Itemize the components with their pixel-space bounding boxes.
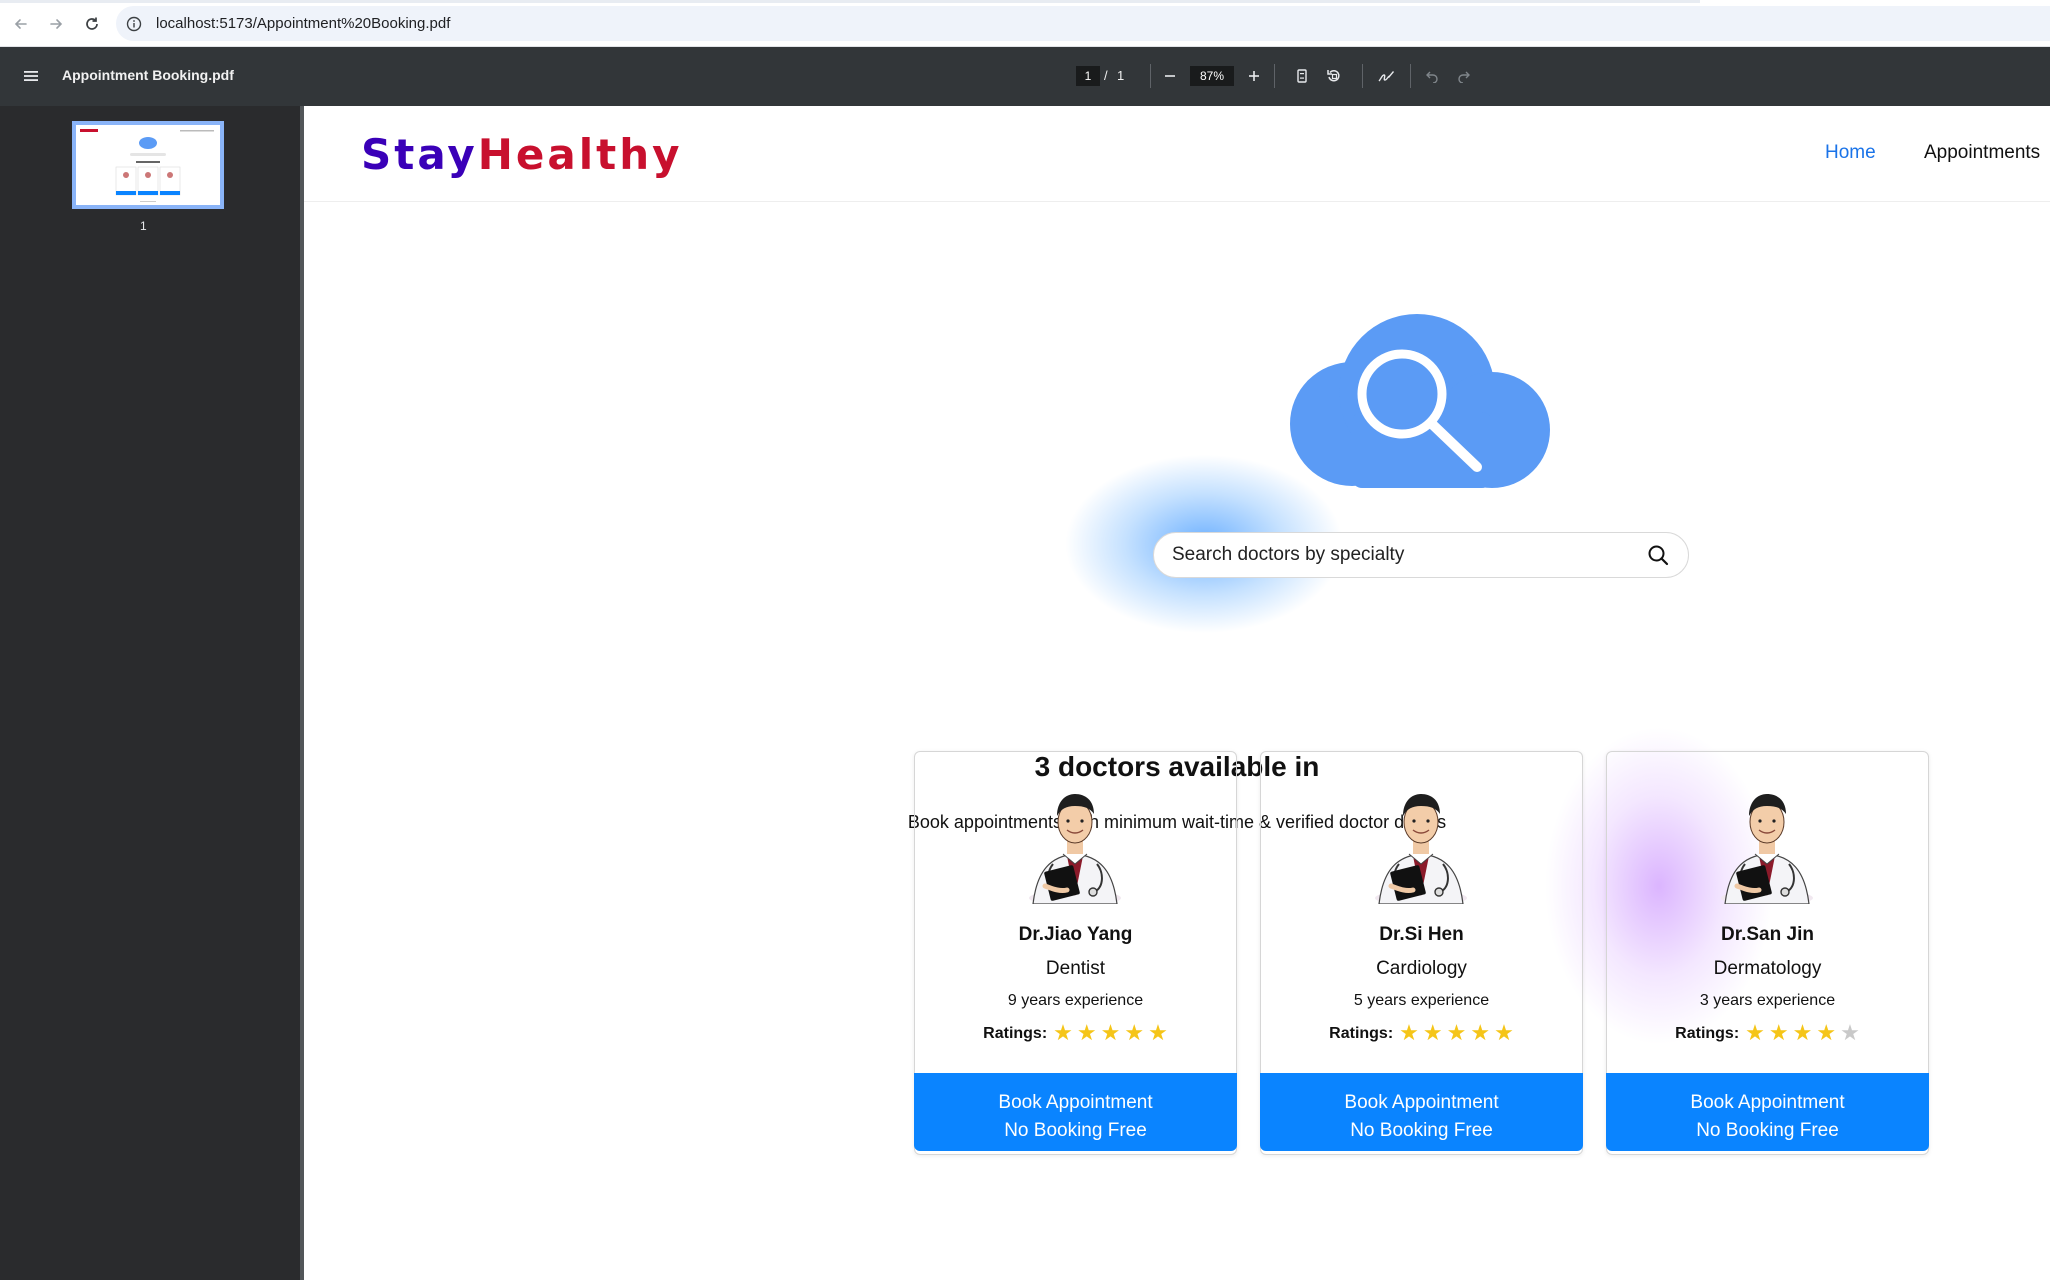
doctor-card: Dr.Si Hen Cardiology 5 years experience Rat… <box>1260 751 1583 1155</box>
book-button-label: Book Appointment <box>1344 1092 1499 1113</box>
star-filled-icon: ★ <box>1124 1021 1145 1046</box>
fit-page-icon[interactable] <box>1290 64 1314 88</box>
doctor-name: Dr.Jiao Yang <box>1018 924 1133 945</box>
forward-arrow-icon[interactable] <box>42 10 70 38</box>
redo-icon[interactable] <box>1452 64 1476 88</box>
star-filled-icon: ★ <box>1100 1021 1121 1046</box>
book-button-label: Book Appointment <box>1690 1092 1845 1113</box>
star-filled-icon: ★ <box>1422 1021 1443 1046</box>
search-input[interactable]: Search doctors by specialty <box>1172 544 1646 566</box>
book-appointment-button[interactable]: Book Appointment No Booking Free <box>1606 1073 1929 1151</box>
doctor-name: Dr.San Jin <box>1721 924 1814 945</box>
logo-part-healthy: Healthy <box>477 130 683 179</box>
star-filled-icon: ★ <box>1446 1021 1467 1046</box>
star-filled-icon: ★ <box>1399 1021 1419 1046</box>
ratings-label: Ratings: <box>1329 1025 1394 1042</box>
star-filled-icon: ★ <box>1076 1021 1097 1046</box>
page-thumbnail[interactable] <box>72 121 224 209</box>
star-filled-icon: ★ <box>1470 1021 1491 1046</box>
rotate-icon[interactable] <box>1322 64 1346 88</box>
star-filled-icon: ★ <box>1816 1021 1837 1046</box>
doctor-avatar <box>1715 786 1819 906</box>
doctor-experience: 9 years experience <box>1007 992 1144 1009</box>
doctor-experience: 5 years experience <box>1353 992 1490 1009</box>
book-button-sublabel: No Booking Free <box>1696 1120 1839 1141</box>
doctor-card: Dr.San Jin Dermatology 3 years experience R… <box>1606 751 1929 1155</box>
star-filled-icon: ★ <box>1792 1021 1813 1046</box>
url-text[interactable]: localhost:5173/Appointment%20Booking.pdf <box>156 15 450 32</box>
url-field[interactable]: localhost:5173/Appointment%20Booking.pdf <box>116 6 2050 41</box>
toolbar-divider <box>1274 64 1275 88</box>
doctor-experience: 3 years experience <box>1699 992 1836 1009</box>
toolbar-divider <box>1410 64 1411 88</box>
book-appointment-button[interactable]: Book Appointment No Booking Free <box>1260 1073 1583 1151</box>
ratings-label: Ratings: <box>1675 1025 1740 1042</box>
star-filled-icon: ★ <box>1768 1021 1789 1046</box>
star-filled-icon: ★ <box>1494 1021 1514 1046</box>
thumbnail-page-number: 1 <box>140 219 147 233</box>
star-empty-icon: ★ <box>1840 1021 1860 1046</box>
star-filled-icon: ★ <box>1053 1021 1073 1046</box>
search-icon[interactable] <box>1646 543 1670 567</box>
doctor-ratings: Ratings: ★ ★ ★ ★ ★ <box>915 1023 1236 1045</box>
logo-part-stay: Stay <box>361 130 478 179</box>
toolbar-divider <box>1362 64 1363 88</box>
doctor-avatar <box>1023 786 1127 906</box>
page-total: 1 <box>1117 68 1125 83</box>
doctor-ratings: Ratings: ★ ★ ★ ★ ★ <box>1261 1023 1582 1045</box>
doctor-search-field[interactable]: Search doctors by specialty <box>1153 532 1689 578</box>
nav-link-appointments[interactable]: Appointments <box>1924 142 2040 164</box>
page-number-input[interactable]: 1 <box>1076 66 1100 86</box>
reload-icon[interactable] <box>78 10 106 38</box>
browser-address-bar: localhost:5173/Appointment%20Booking.pdf <box>0 0 2050 47</box>
cloud-search-icon <box>1282 312 1562 490</box>
site-navbar: StayHealthy Home Appointments <box>304 106 2050 202</box>
book-button-sublabel: No Booking Free <box>1350 1120 1493 1141</box>
thumbnail-sidebar: 1 <box>0 106 300 1280</box>
book-appointment-button[interactable]: Book Appointment No Booking Free <box>914 1073 1237 1151</box>
page-separator: / <box>1104 68 1108 83</box>
doctor-avatar <box>1369 786 1473 906</box>
zoom-level-input[interactable]: 87% <box>1190 66 1234 86</box>
book-button-label: Book Appointment <box>998 1092 1153 1113</box>
pdf-page: StayHealthy Home Appointments Search doc… <box>304 106 2050 1280</box>
site-info-icon[interactable] <box>126 16 142 32</box>
doctor-name: Dr.Si Hen <box>1379 924 1464 945</box>
pdf-toolbar: Appointment Booking.pdf 1 / 1 87% <box>0 47 2050 106</box>
doctor-specialty: Dermatology <box>1713 958 1822 979</box>
doctor-specialty: Cardiology <box>1376 958 1467 979</box>
ratings-label: Ratings: <box>983 1025 1048 1042</box>
zoom-in-icon[interactable] <box>1242 64 1266 88</box>
annotate-pen-icon[interactable] <box>1374 64 1398 88</box>
menu-icon[interactable] <box>20 65 42 87</box>
document-title: Appointment Booking.pdf <box>62 67 234 83</box>
star-filled-icon: ★ <box>1745 1021 1765 1046</box>
doctor-ratings: Ratings: ★ ★ ★ ★ ★ <box>1607 1023 1928 1045</box>
loading-line <box>0 0 1700 3</box>
nav-link-home[interactable]: Home <box>1825 142 1876 164</box>
doctor-card: Dr.Jiao Yang Dentist 9 years experience Rat… <box>914 751 1237 1155</box>
zoom-out-icon[interactable] <box>1158 64 1182 88</box>
star-filled-icon: ★ <box>1148 1021 1168 1046</box>
doctor-specialty: Dentist <box>1045 958 1106 979</box>
undo-icon[interactable] <box>1420 64 1444 88</box>
toolbar-divider <box>1150 64 1151 88</box>
book-button-sublabel: No Booking Free <box>1004 1120 1147 1141</box>
back-arrow-icon[interactable] <box>7 10 35 38</box>
site-logo[interactable]: StayHealthy <box>361 130 683 179</box>
